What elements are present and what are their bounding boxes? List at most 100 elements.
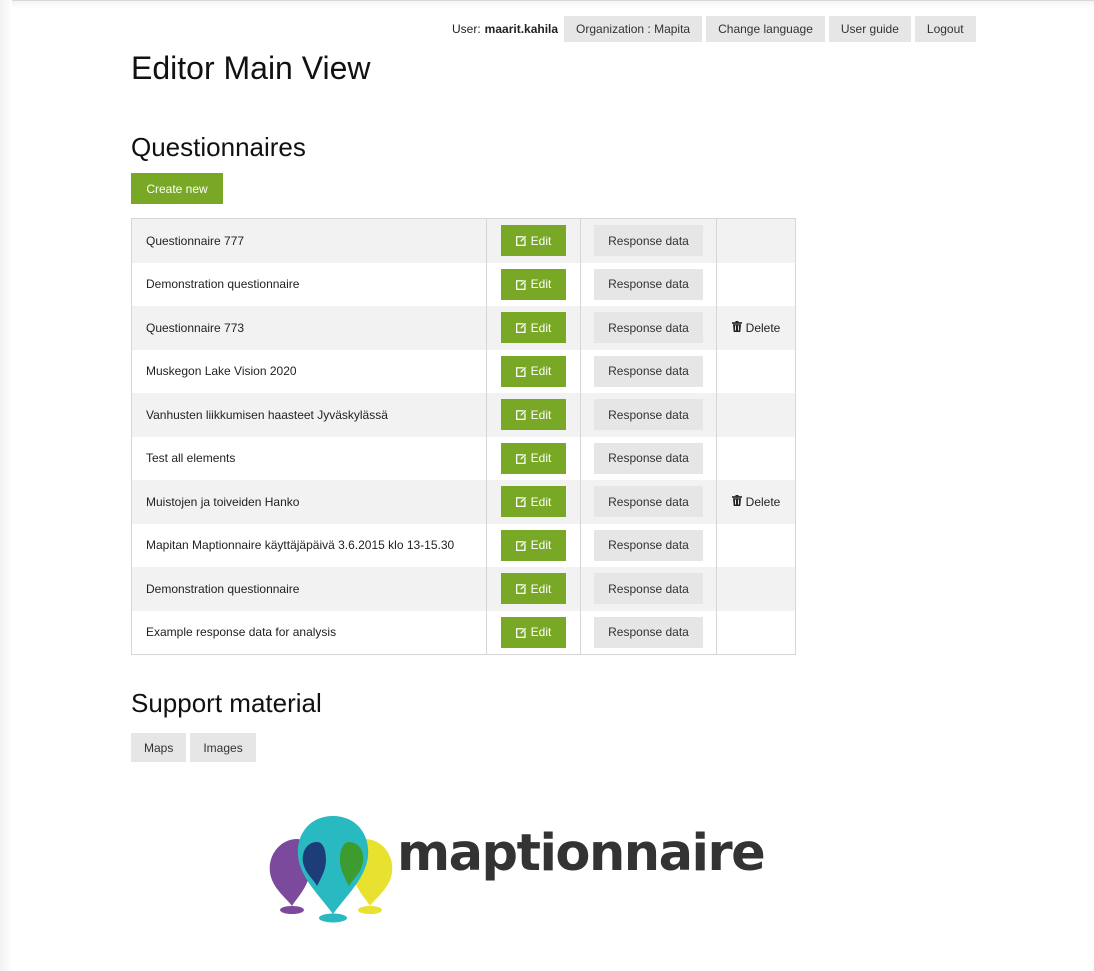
delete-cell [716, 567, 796, 611]
edit-cell: Edit [486, 610, 581, 655]
edit-button[interactable]: Edit [501, 486, 566, 518]
response-data-button[interactable]: Response data [594, 312, 703, 344]
change-language-button[interactable]: Change language [706, 16, 825, 42]
edit-label: Edit [530, 277, 552, 292]
response-data-button[interactable]: Response data [594, 355, 703, 387]
table-row: Muistojen ja toiveiden Hanko Edit Response… [131, 480, 796, 524]
response-data-cell: Response data [580, 218, 717, 263]
edit-button[interactable]: Edit [501, 573, 566, 605]
user-name: maarit.kahila [484, 22, 559, 36]
delete-label: Delete [745, 320, 781, 335]
edit-button[interactable]: Edit [501, 355, 566, 387]
logout-button[interactable]: Logout [914, 16, 976, 42]
questionnaire-name: Demonstration questionnaire [131, 262, 487, 306]
delete-button[interactable]: Delete [731, 320, 781, 335]
response-data-button[interactable]: Response data [594, 268, 703, 300]
questionnaire-name: Muskegon Lake Vision 2020 [131, 349, 487, 393]
table-row: Demonstration questionnaire Edit Response … [131, 262, 796, 306]
support-material-buttons: Maps Images [131, 733, 256, 762]
delete-cell [716, 436, 796, 480]
pencil-square-icon [515, 235, 527, 247]
pencil-square-icon [515, 365, 527, 377]
table-row: Vanhusten liikkumisen haasteet Jyväskylä… [131, 393, 796, 437]
questionnaire-name: Muistojen ja toiveiden Hanko [131, 480, 487, 524]
response-data-cell: Response data [580, 306, 717, 350]
delete-cell [716, 393, 796, 437]
response-data-cell: Response data [580, 610, 717, 655]
edit-button[interactable]: Edit [501, 225, 566, 257]
response-data-button[interactable]: Response data [594, 616, 703, 648]
edit-label: Edit [530, 581, 552, 596]
delete-cell [716, 218, 796, 263]
edit-button[interactable]: Edit [501, 442, 566, 474]
delete-button[interactable]: Delete [731, 494, 781, 509]
response-data-button[interactable]: Response data [594, 573, 703, 605]
user-label: User: [452, 22, 481, 36]
edit-label: Edit [530, 364, 552, 379]
questionnaires-table: Questionnaire 777 Edit Response data Demons… [131, 218, 796, 655]
page-title: Editor Main View [131, 50, 371, 86]
response-data-cell: Response data [580, 480, 717, 524]
support-material-heading: Support material [131, 688, 322, 718]
edit-cell: Edit [486, 218, 581, 263]
questionnaire-name: Demonstration questionnaire [131, 567, 487, 611]
response-data-button[interactable]: Response data [594, 486, 703, 518]
user-info: User: maarit.kahila [452, 16, 560, 42]
delete-label: Delete [745, 494, 781, 509]
response-data-cell: Response data [580, 349, 717, 393]
response-data-cell: Response data [580, 523, 717, 567]
edit-label: Edit [530, 625, 552, 640]
table-row: Mapitan Maptionnaire käyttäjäpäivä 3.6.2… [131, 523, 796, 567]
delete-cell [716, 610, 796, 655]
pencil-square-icon [515, 278, 527, 290]
response-data-cell: Response data [580, 436, 717, 480]
edit-button[interactable]: Edit [501, 616, 566, 648]
edit-button[interactable]: Edit [501, 529, 566, 561]
user-guide-button[interactable]: User guide [828, 16, 911, 42]
edit-button[interactable]: Edit [501, 268, 566, 300]
response-data-cell: Response data [580, 393, 717, 437]
top-navigation: User: maarit.kahila Organization : Mapit… [452, 16, 976, 42]
edit-label: Edit [530, 233, 552, 248]
create-new-button[interactable]: Create new [131, 173, 223, 204]
pencil-square-icon [515, 452, 527, 464]
delete-cell [716, 349, 796, 393]
edit-cell: Edit [486, 393, 581, 437]
response-data-cell: Response data [580, 567, 717, 611]
questionnaire-name: Questionnaire 773 [131, 306, 487, 350]
questionnaire-name: Vanhusten liikkumisen haasteet Jyväskylä… [131, 393, 487, 437]
pencil-square-icon [515, 496, 527, 508]
questionnaire-name: Questionnaire 777 [131, 218, 487, 263]
delete-cell: Delete [716, 480, 796, 524]
edit-button[interactable]: Edit [501, 399, 566, 431]
response-data-button[interactable]: Response data [594, 442, 703, 474]
edit-label: Edit [530, 320, 552, 335]
response-data-button[interactable]: Response data [594, 225, 703, 257]
pencil-square-icon [515, 409, 527, 421]
edit-cell: Edit [486, 436, 581, 480]
edit-label: Edit [530, 407, 552, 422]
window-top-edge [0, 0, 1094, 9]
edit-cell: Edit [486, 306, 581, 350]
pencil-square-icon [515, 583, 527, 595]
images-button[interactable]: Images [190, 733, 256, 762]
edit-cell: Edit [486, 523, 581, 567]
maps-button[interactable]: Maps [131, 733, 187, 762]
edit-button[interactable]: Edit [501, 312, 566, 344]
organization-button[interactable]: Organization : Mapita [564, 16, 703, 42]
edit-label: Edit [530, 494, 552, 509]
logo-wordmark: maptionnaire [397, 824, 766, 883]
maptionnaire-logo: maptionnaire [266, 812, 786, 924]
edit-cell: Edit [486, 567, 581, 611]
edit-cell: Edit [486, 262, 581, 306]
delete-cell [716, 523, 796, 567]
delete-cell: Delete [716, 306, 796, 350]
response-data-button[interactable]: Response data [594, 399, 703, 431]
response-data-cell: Response data [580, 262, 717, 306]
window-left-edge [0, 0, 12, 971]
response-data-button[interactable]: Response data [594, 529, 703, 561]
table-row: Muskegon Lake Vision 2020 Edit Response da… [131, 349, 796, 393]
table-row: Demonstration questionnaire Edit Response … [131, 567, 796, 611]
table-row: Questionnaire 777 Edit Response data [131, 218, 796, 263]
pencil-square-icon [515, 539, 527, 551]
